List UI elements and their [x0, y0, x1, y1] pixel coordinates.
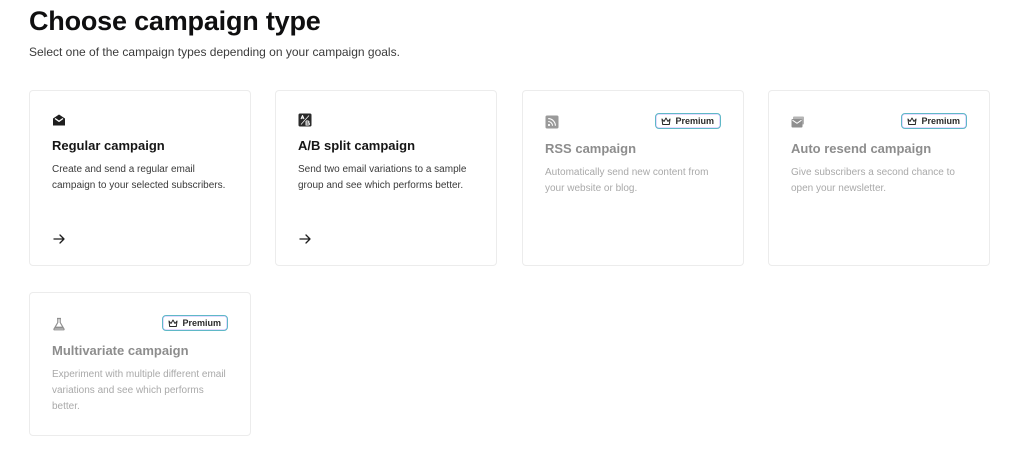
card-ab-split-campaign[interactable]: A/B split campaign Send two email variat… — [275, 90, 497, 266]
premium-badge: Premium — [901, 113, 967, 129]
rss-icon — [545, 115, 559, 129]
card-multivariate-campaign[interactable]: Premium Multivariate campaign Experiment… — [29, 292, 251, 436]
arrow-right-icon[interactable] — [52, 232, 66, 246]
premium-badge-label: Premium — [182, 318, 221, 328]
campaign-type-page: Choose campaign type Select one of the c… — [0, 0, 1024, 470]
envelope-open-icon — [52, 113, 66, 127]
flask-icon — [52, 317, 66, 331]
card-description: Create and send a regular email campaign… — [52, 164, 226, 191]
card-description: Experiment with multiple different email… — [52, 369, 226, 412]
resend-envelope-icon — [791, 115, 805, 129]
card-description: Send two email variations to a sample gr… — [298, 164, 467, 191]
card-title: A/B split campaign — [298, 138, 416, 153]
premium-badge: Premium — [162, 315, 228, 331]
crown-icon — [907, 117, 917, 125]
premium-badge: Premium — [655, 113, 721, 129]
crown-icon — [168, 319, 178, 327]
card-rss-campaign[interactable]: Premium RSS campaign Automatically send … — [522, 90, 744, 266]
page-title: Choose campaign type — [29, 6, 321, 36]
page-subtitle: Select one of the campaign types dependi… — [29, 45, 400, 59]
arrow-right-icon[interactable] — [298, 232, 312, 246]
card-regular-campaign[interactable]: Regular campaign Create and send a regul… — [29, 90, 251, 266]
card-description: Automatically send new content from your… — [545, 167, 709, 194]
card-title: RSS campaign — [545, 141, 637, 156]
card-title: Auto resend campaign — [791, 141, 932, 156]
ab-split-icon — [298, 113, 312, 127]
crown-icon — [661, 117, 671, 125]
premium-badge-label: Premium — [675, 116, 714, 126]
card-description: Give subscribers a second chance to open… — [791, 167, 955, 194]
card-title: Multivariate campaign — [52, 343, 189, 358]
premium-badge-label: Premium — [921, 116, 960, 126]
card-auto-resend-campaign[interactable]: Premium Auto resend campaign Give subscr… — [768, 90, 990, 266]
card-title: Regular campaign — [52, 138, 165, 153]
